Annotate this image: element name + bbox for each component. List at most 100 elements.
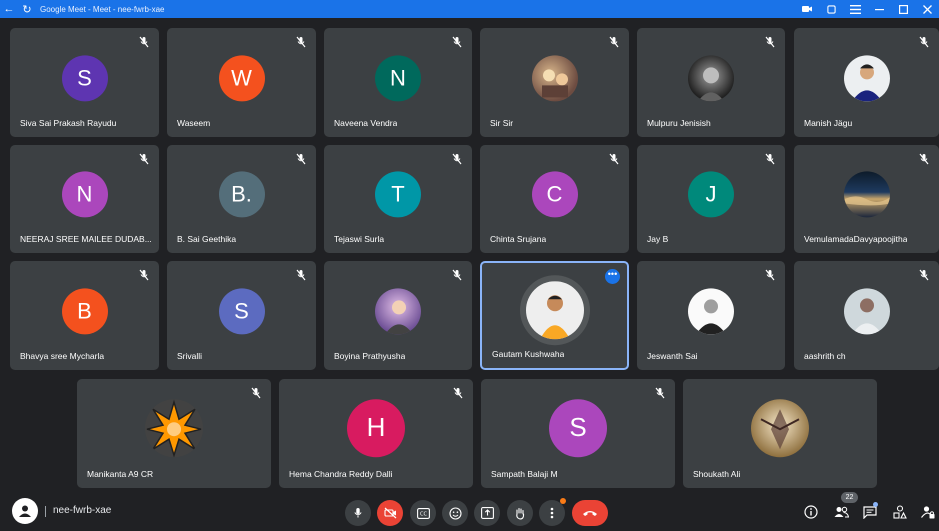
mic-off-icon — [139, 153, 149, 165]
avatar: J — [688, 171, 734, 218]
person-icon — [19, 505, 31, 517]
people-button[interactable] — [833, 504, 849, 520]
participant-name: Shoukath Ali — [693, 469, 741, 479]
avatar: S — [61, 54, 108, 101]
extension-icon[interactable] — [819, 0, 843, 18]
mic-off-icon — [765, 36, 775, 48]
close-icon[interactable] — [915, 0, 939, 18]
more-vert-icon — [550, 507, 554, 519]
browser-title-bar: ← ↻ Google Meet - Meet - nee-fwrb-xae — [0, 0, 939, 18]
participant-tile[interactable]: N NEERAJ SREE MAILEE DUDAB... — [10, 145, 159, 253]
avatar: N — [61, 171, 108, 218]
participant-name: VemulamadaDavyapoojitha — [804, 234, 908, 244]
participant-tile[interactable]: H Hema Chandra Reddy Dalli — [279, 379, 473, 488]
host-controls-button[interactable] — [920, 504, 936, 520]
participant-tile-active-speaker[interactable]: ••• Gautam Kushwaha — [480, 261, 629, 370]
mic-button[interactable] — [345, 500, 371, 526]
participant-tile[interactable]: Manish Jägu — [794, 28, 939, 137]
back-arrow-icon[interactable]: ← — [0, 0, 18, 18]
avatar: B — [61, 287, 108, 334]
participant-tile[interactable]: VemulamadaDavyapoojitha — [794, 145, 939, 253]
participant-tile[interactable]: Mulpuru Jenisish — [637, 28, 785, 137]
mic-off-icon — [609, 36, 619, 48]
self-avatar[interactable] — [12, 498, 38, 524]
participant-name: NEERAJ SREE MAILEE DUDAB... — [20, 234, 152, 244]
participant-tile[interactable]: Shoukath Ali — [683, 379, 877, 488]
reactions-button[interactable] — [442, 500, 468, 526]
menu-icon[interactable] — [843, 0, 867, 18]
participant-tile[interactable]: S Srivalli — [167, 261, 316, 370]
mic-off-icon — [296, 153, 306, 165]
participant-tile[interactable]: Sir Sir — [480, 28, 629, 137]
participant-name: Manikanta A9 CR — [87, 469, 154, 479]
participant-tile[interactable]: S Sampath Balaji M — [481, 379, 675, 488]
participant-tile[interactable]: J Jay B — [637, 145, 785, 253]
chat-icon — [863, 505, 877, 519]
profile-photo-icon — [843, 196, 890, 206]
avatar: C — [531, 171, 578, 218]
avatar-photo — [145, 398, 203, 457]
mic-off-icon — [919, 36, 929, 48]
participant-tile[interactable]: Manikanta A9 CR — [77, 379, 271, 488]
participant-name: Boyina Prathyusha — [334, 351, 406, 361]
participant-tile[interactable]: N Naveena Vendra — [324, 28, 472, 137]
participant-tile[interactable]: B. B. Sai Geethika — [167, 145, 316, 253]
mic-off-icon — [296, 269, 306, 281]
participant-name: Gautam Kushwaha — [492, 349, 565, 359]
mic-off-icon — [251, 387, 261, 399]
avatar: H — [347, 398, 405, 457]
participant-name: Chinta Srujana — [490, 234, 547, 244]
participant-tile[interactable]: S Siva Sai Prakash Rayudu — [10, 28, 159, 137]
present-screen-icon — [480, 507, 494, 519]
participant-tile[interactable]: T Tejaswi Surla — [324, 145, 472, 253]
participant-tile[interactable]: Boyina Prathyusha — [324, 261, 472, 370]
participant-tile[interactable]: C Chinta Srujana — [480, 145, 629, 253]
avatar-photo — [751, 398, 809, 457]
maximize-icon[interactable] — [891, 0, 915, 18]
camera-off-button[interactable] — [377, 500, 403, 526]
raise-hand-button[interactable] — [507, 500, 533, 526]
mic-off-icon — [452, 153, 462, 165]
mic-icon — [354, 508, 362, 518]
profile-photo-icon — [851, 63, 882, 101]
participant-name: Tejaswi Surla — [334, 234, 385, 244]
participant-name: Mulpuru Jenisish — [647, 118, 711, 128]
mic-off-icon — [139, 269, 149, 281]
meeting-code: nee-fwrb-xae — [53, 505, 112, 516]
more-options-button[interactable] — [539, 498, 566, 526]
participant-name: aashrith ch — [804, 351, 846, 361]
activities-button[interactable] — [892, 504, 908, 520]
more-options-icon[interactable]: ••• — [605, 269, 620, 284]
mic-off-icon — [452, 36, 462, 48]
present-screen-button[interactable] — [474, 500, 500, 526]
avatar: W — [218, 54, 265, 101]
avatar: N — [375, 54, 421, 101]
camera-icon[interactable] — [795, 0, 819, 18]
lock-person-icon — [921, 506, 935, 519]
participant-name: Jay B — [647, 234, 669, 244]
reload-icon[interactable]: ↻ — [18, 0, 36, 18]
participant-tile[interactable]: B Bhavya sree Mycharla — [10, 261, 159, 370]
participant-name: Sir Sir — [490, 118, 514, 128]
captions-button[interactable]: CC — [410, 500, 436, 526]
participant-tile[interactable]: W Waseem — [167, 28, 316, 137]
participant-tile[interactable]: Jeswanth Sai — [637, 261, 785, 370]
profile-photo-icon — [851, 297, 882, 334]
mic-off-icon — [452, 269, 462, 281]
participant-name: Sampath Balaji M — [491, 469, 558, 479]
minimize-icon[interactable] — [867, 0, 891, 18]
meeting-details-button[interactable] — [803, 504, 819, 520]
starburst-photo-icon — [146, 399, 202, 457]
avatar-photo — [843, 171, 890, 218]
profile-photo-icon — [760, 408, 800, 449]
avatar-photo — [531, 54, 578, 101]
profile-photo-icon — [541, 68, 568, 97]
mic-off-icon — [296, 36, 306, 48]
avatar: S — [549, 398, 607, 457]
notification-dot — [560, 498, 566, 504]
participant-tile[interactable]: aashrith ch — [794, 261, 939, 370]
avatar: B. — [218, 171, 265, 218]
chat-notification-dot — [873, 502, 878, 507]
closed-captions-icon: CC — [416, 507, 430, 519]
leave-call-button[interactable] — [572, 500, 608, 526]
